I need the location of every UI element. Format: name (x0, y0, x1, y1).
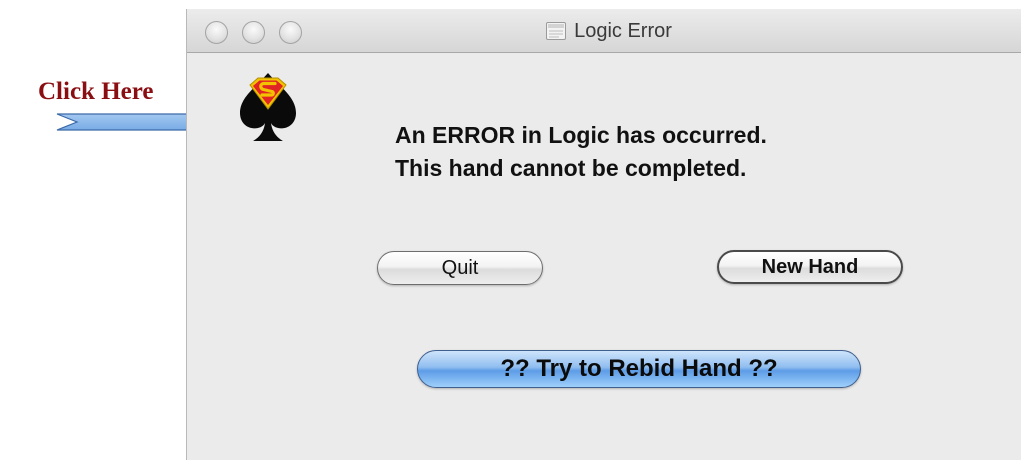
title-bar[interactable]: Logic Error (187, 9, 1021, 53)
close-window-button[interactable] (205, 21, 228, 44)
window-title: Logic Error (574, 19, 672, 42)
minimize-window-button[interactable] (242, 21, 265, 44)
superman-spade-icon[interactable] (236, 71, 300, 143)
quit-button[interactable]: Quit (377, 251, 543, 285)
error-message-line-2: This hand cannot be completed. (395, 155, 747, 181)
click-here-label: Click Here (38, 78, 154, 105)
document-icon (546, 22, 567, 40)
new-hand-button[interactable]: New Hand (717, 250, 903, 284)
error-message-line-1: An ERROR in Logic has occurred. (395, 122, 767, 148)
rebid-hand-button[interactable]: ?? Try to Rebid Hand ?? (417, 350, 861, 388)
error-message: An ERROR in Logic has occurred. This han… (395, 119, 955, 185)
zoom-window-button[interactable] (279, 21, 302, 44)
logic-error-window: Logic Error An ERROR in Logic has occurr… (186, 9, 1021, 460)
